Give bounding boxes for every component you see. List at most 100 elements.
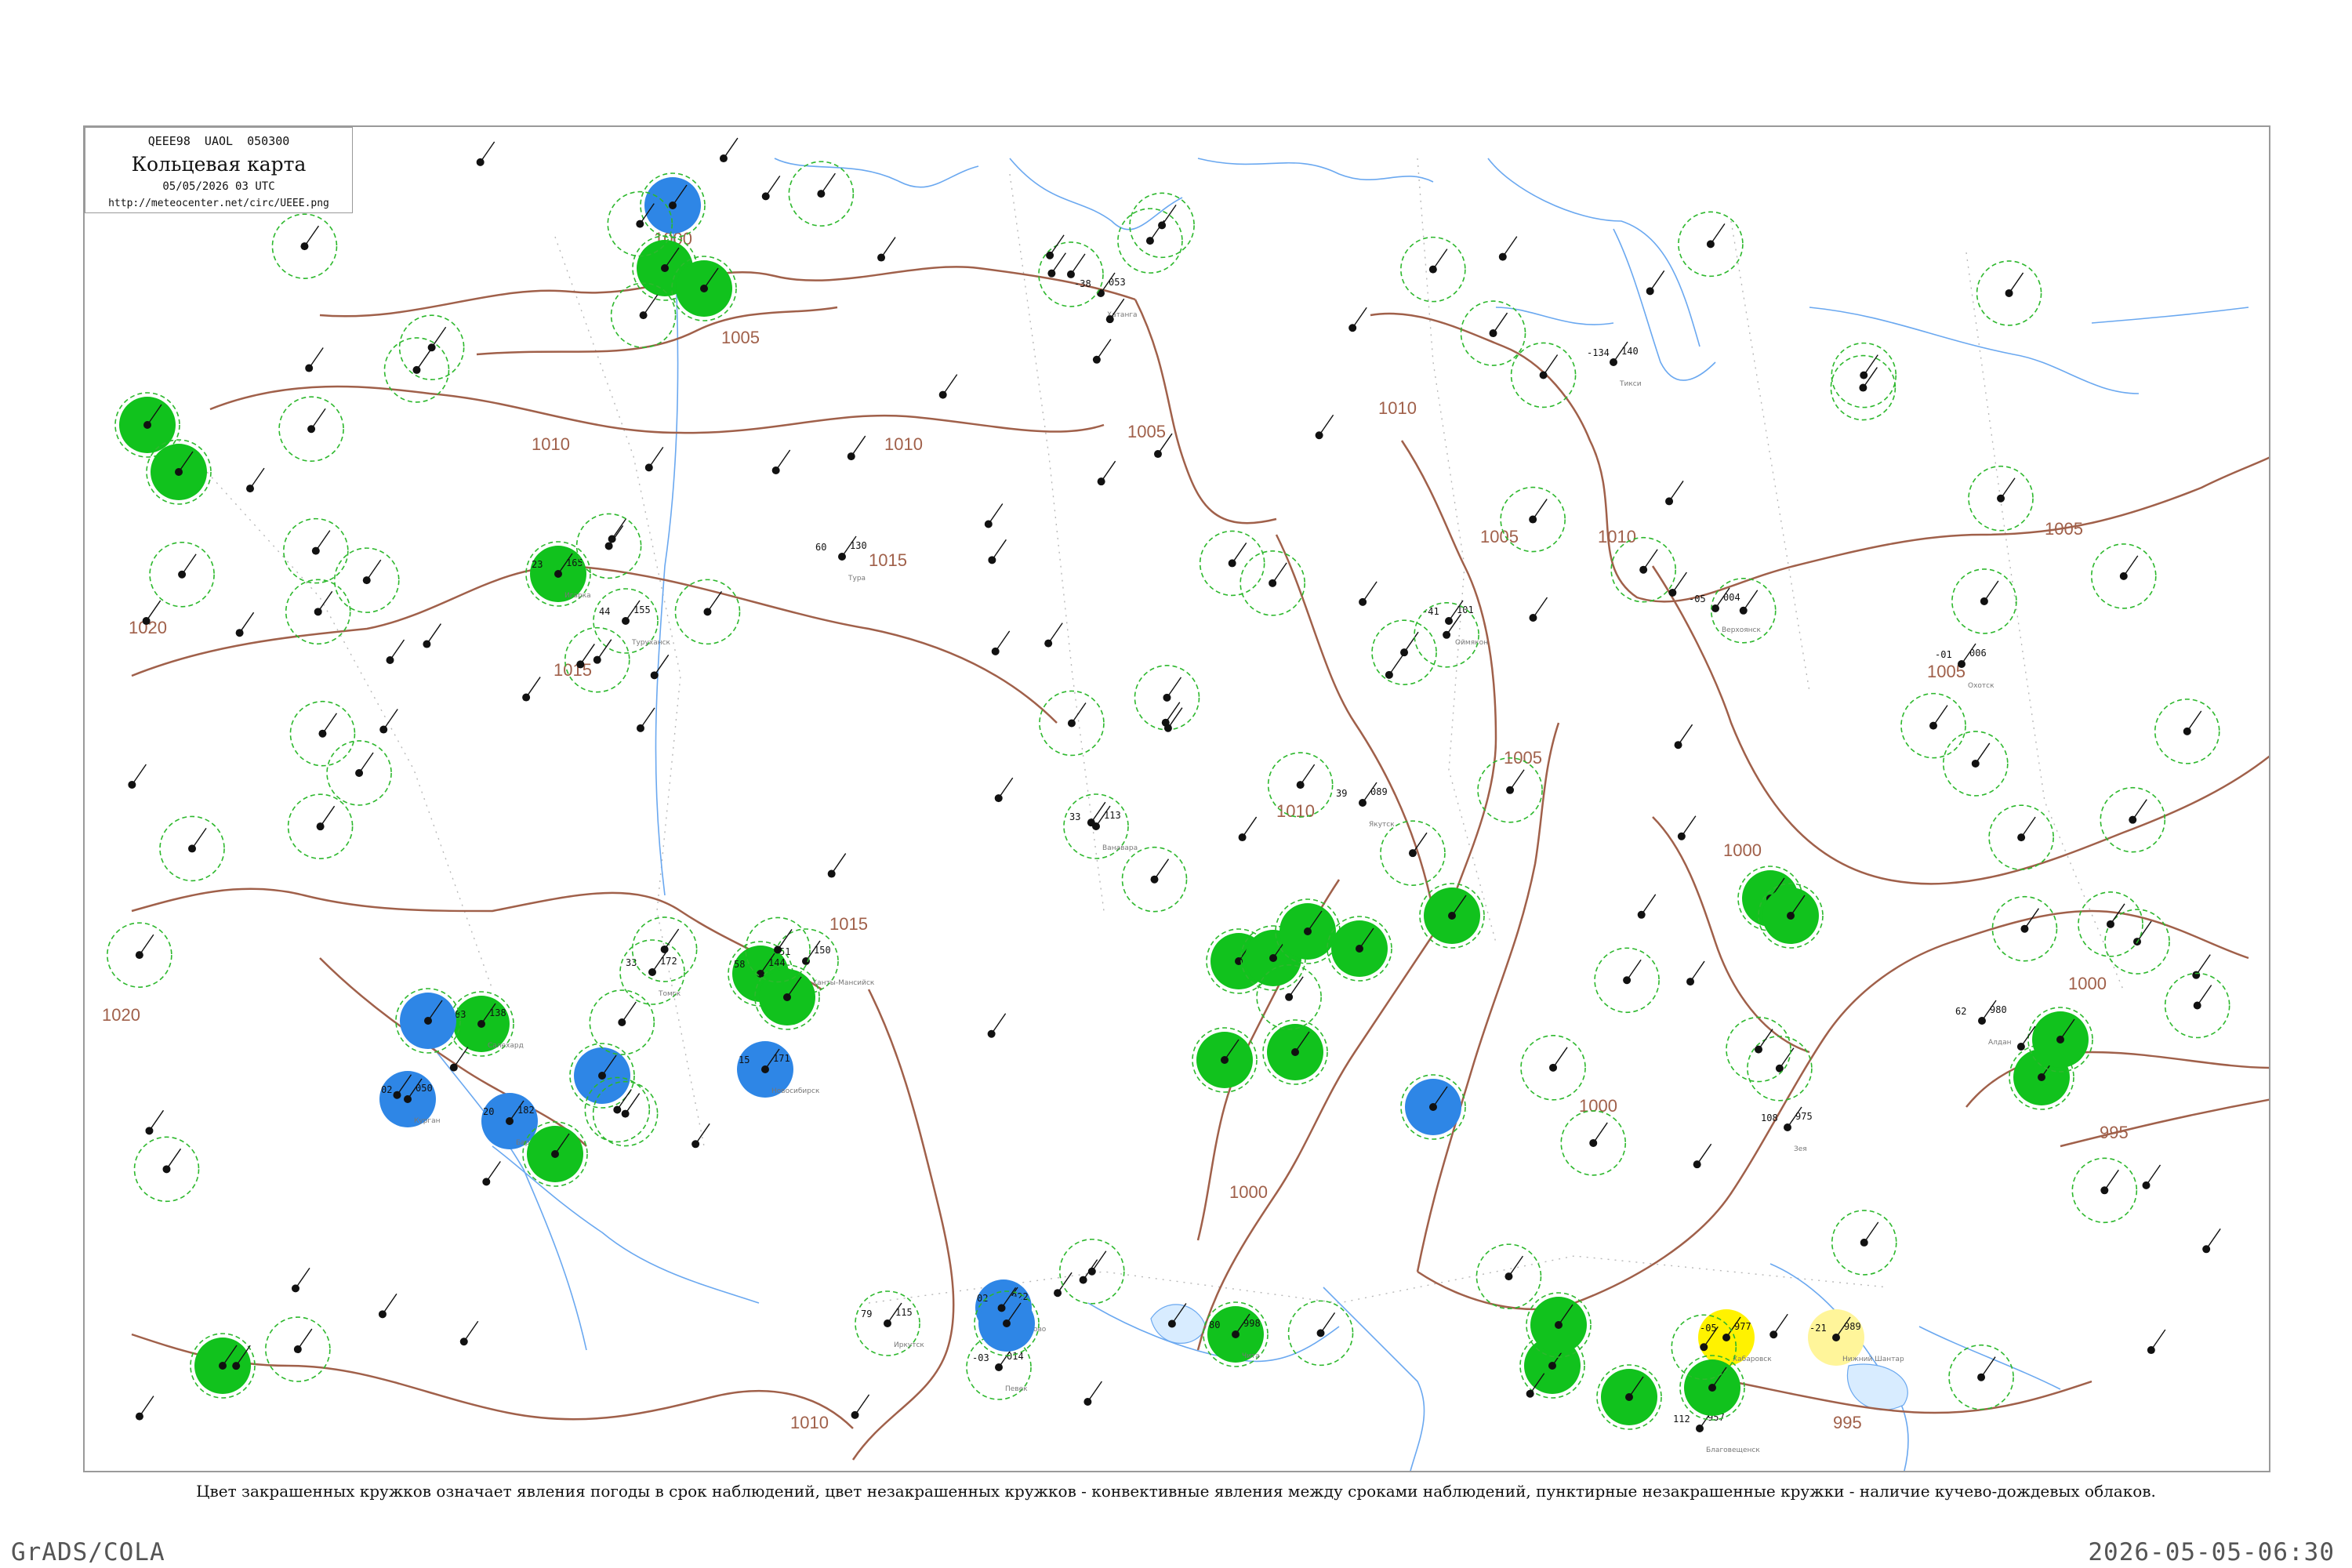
station-plot[interactable] bbox=[1315, 414, 1334, 440]
station-plot[interactable] bbox=[2202, 1228, 2221, 1254]
station-plot[interactable] bbox=[235, 612, 255, 637]
station-plot[interactable] bbox=[575, 513, 642, 579]
station-plot[interactable] bbox=[190, 1333, 256, 1399]
station-plot[interactable] bbox=[1380, 820, 1446, 886]
station-plot[interactable]: 62 980 Алдан bbox=[1955, 1000, 2012, 1047]
station-plot[interactable] bbox=[1665, 481, 1684, 506]
station-plot[interactable] bbox=[631, 916, 698, 982]
station-plot[interactable] bbox=[2192, 954, 2211, 979]
station-plot[interactable] bbox=[1414, 602, 1479, 668]
station-plot[interactable] bbox=[1199, 530, 1265, 597]
station-plot[interactable] bbox=[1678, 211, 1744, 278]
station-plot[interactable] bbox=[326, 740, 392, 806]
station-plot[interactable] bbox=[283, 517, 349, 584]
station-plot[interactable] bbox=[1560, 1110, 1627, 1176]
station-plot[interactable] bbox=[378, 1293, 397, 1319]
station-plot[interactable] bbox=[644, 446, 664, 472]
station-plot[interactable] bbox=[2164, 972, 2230, 1039]
station-plot[interactable]: 44 155 Туруханск bbox=[593, 588, 671, 654]
station-plot[interactable] bbox=[1400, 236, 1466, 303]
station-plot[interactable] bbox=[246, 467, 265, 493]
station-plot[interactable] bbox=[994, 777, 1014, 803]
station-plot[interactable]: -38 053Хатанга bbox=[1074, 272, 1138, 319]
station-plot[interactable] bbox=[1637, 894, 1657, 919]
station-plot[interactable]: 80 998 Чита bbox=[1203, 1301, 1269, 1367]
station-plot[interactable]: 02 050 Курган bbox=[379, 1071, 441, 1127]
station-plot[interactable] bbox=[988, 539, 1007, 564]
station-plot[interactable] bbox=[1092, 339, 1112, 364]
station-plot[interactable] bbox=[650, 654, 670, 680]
station-plot[interactable] bbox=[1262, 1019, 1328, 1085]
station-plot[interactable] bbox=[1769, 1313, 1788, 1339]
station-plot[interactable] bbox=[1083, 1381, 1102, 1406]
station-plot[interactable] bbox=[333, 547, 400, 613]
station-plot[interactable]: 33 113 Ванавара bbox=[1063, 793, 1138, 859]
station-plot[interactable] bbox=[1831, 1210, 1897, 1276]
station-plot[interactable] bbox=[1385, 654, 1404, 679]
station-plot[interactable] bbox=[291, 1267, 310, 1293]
station-plot[interactable] bbox=[1348, 307, 1367, 332]
station-plot[interactable] bbox=[1039, 690, 1105, 757]
map-canvas[interactable]: 1000 1005 1010 1015 1020 1005 1010 1010 … bbox=[85, 127, 2270, 1472]
station-plot[interactable] bbox=[379, 709, 398, 734]
station-plot[interactable] bbox=[1726, 1016, 1791, 1083]
station-plot[interactable] bbox=[1991, 895, 2058, 962]
station-plot[interactable]: 79 115 Иркутск bbox=[855, 1290, 924, 1356]
station-plot[interactable] bbox=[1129, 192, 1195, 259]
station-plot[interactable] bbox=[1758, 883, 1824, 949]
station-plot[interactable] bbox=[146, 439, 212, 505]
station-plot[interactable] bbox=[1988, 804, 2054, 870]
station-plot[interactable] bbox=[1400, 1074, 1466, 1140]
station-plot[interactable] bbox=[636, 707, 655, 732]
station-plot[interactable] bbox=[608, 518, 627, 543]
station-plot[interactable] bbox=[640, 172, 706, 238]
station-plot[interactable]: 60 130 Тура bbox=[815, 535, 867, 583]
station-plot[interactable] bbox=[159, 815, 225, 882]
station-plot[interactable] bbox=[987, 1013, 1007, 1038]
station-plot[interactable] bbox=[265, 1316, 331, 1382]
station-plot[interactable] bbox=[1674, 724, 1693, 750]
station-plot[interactable] bbox=[1677, 815, 1697, 840]
station-plot[interactable] bbox=[128, 764, 147, 789]
station-plot[interactable] bbox=[1044, 622, 1063, 648]
station-plot[interactable] bbox=[133, 1136, 200, 1203]
station-plot[interactable] bbox=[991, 630, 1011, 655]
station-plot[interactable] bbox=[938, 374, 958, 399]
station-plot[interactable]: 33 172Томск bbox=[619, 939, 685, 1005]
station-plot[interactable] bbox=[2071, 1157, 2138, 1224]
station-plot[interactable]: -134 140 Тикси bbox=[1587, 341, 1642, 388]
station-plot[interactable]: -05 004 Верхоянск bbox=[1689, 587, 1762, 634]
station-plot[interactable] bbox=[1942, 731, 2009, 797]
station-plot[interactable]: 15 171 Новосибирск bbox=[737, 1041, 820, 1098]
station-plot[interactable] bbox=[287, 793, 354, 859]
station-plot[interactable] bbox=[1520, 1035, 1586, 1101]
station-plot[interactable] bbox=[719, 137, 739, 163]
station-plot[interactable] bbox=[761, 175, 781, 201]
station-plot[interactable] bbox=[1596, 1364, 1662, 1430]
station-plot[interactable] bbox=[1238, 816, 1258, 842]
station-plot[interactable] bbox=[827, 853, 847, 878]
station-plot[interactable] bbox=[1371, 619, 1437, 685]
station-plot[interactable] bbox=[2142, 1164, 2161, 1189]
station-plot[interactable] bbox=[589, 989, 655, 1055]
station-plot[interactable] bbox=[522, 677, 541, 702]
station-plot[interactable] bbox=[1240, 550, 1305, 616]
station-plot[interactable] bbox=[1646, 270, 1665, 296]
station-plot[interactable] bbox=[788, 161, 855, 227]
station-plot[interactable] bbox=[1477, 757, 1543, 823]
station-plot[interactable] bbox=[671, 256, 737, 321]
station-plot[interactable] bbox=[1359, 581, 1377, 606]
station-plot[interactable] bbox=[476, 141, 495, 166]
station-plot[interactable] bbox=[289, 700, 356, 767]
station-plot[interactable] bbox=[984, 503, 1004, 528]
station-plot[interactable] bbox=[1900, 692, 1966, 759]
station-plot[interactable]: -21 989 Нижний Шантар bbox=[1808, 1309, 1904, 1366]
station-plot[interactable] bbox=[1693, 1143, 1712, 1169]
station-plot[interactable] bbox=[135, 1396, 154, 1421]
station-plot[interactable] bbox=[449, 1047, 469, 1072]
station-plot[interactable] bbox=[1498, 236, 1518, 261]
station-plot[interactable] bbox=[1510, 342, 1577, 408]
station-plot[interactable] bbox=[2147, 1329, 2166, 1355]
station-plot[interactable] bbox=[1976, 260, 2042, 326]
station-plot[interactable] bbox=[107, 922, 172, 988]
